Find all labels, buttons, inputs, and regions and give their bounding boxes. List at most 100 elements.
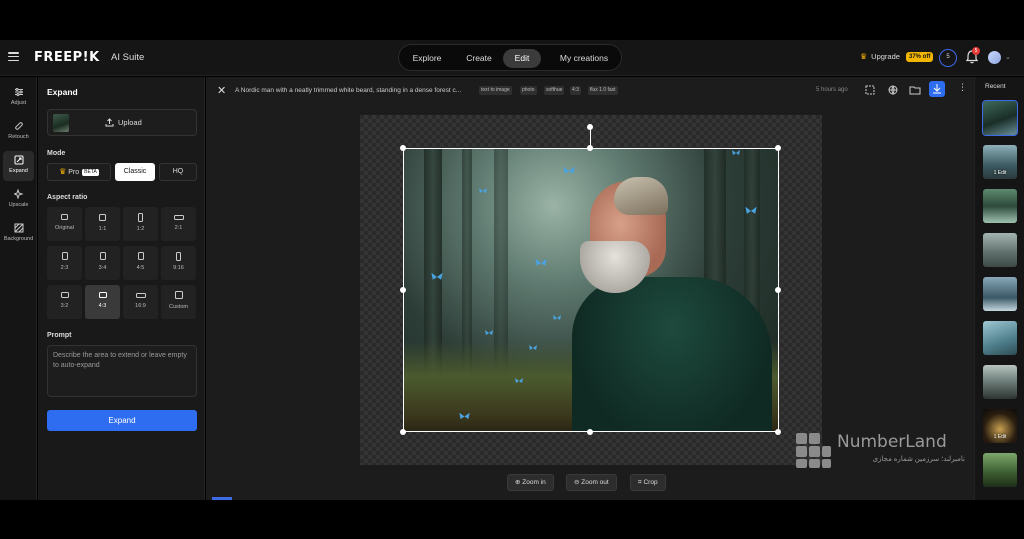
- more-options-icon[interactable]: ⋮: [958, 82, 967, 93]
- tool-retouch[interactable]: Retouch: [3, 117, 34, 147]
- compare-icon[interactable]: [863, 83, 877, 97]
- watermark: NumberLand نامبرلند؛ سرزمین شماره مجازی: [795, 432, 970, 472]
- crop-label: Crop: [643, 479, 658, 486]
- tool-background[interactable]: Background: [3, 219, 34, 249]
- expand-panel: Expand Upload Mode ♛ Pro BETA Classic HQ …: [38, 77, 205, 500]
- tab-explore[interactable]: Explore: [407, 49, 447, 68]
- tool-label: Retouch: [8, 134, 29, 140]
- main-nav: Explore Create Edit My creations: [398, 44, 622, 71]
- recent-thumbnail[interactable]: 1 Edit: [983, 409, 1017, 443]
- recent-thumbnail[interactable]: [983, 365, 1017, 399]
- chevron-down-icon[interactable]: ⌄: [1005, 53, 1011, 61]
- ratio-label: 9:16: [173, 265, 184, 271]
- menu-icon[interactable]: [8, 52, 19, 61]
- active-indicator: [212, 497, 232, 500]
- ratio-shape: [61, 252, 68, 260]
- butterfly-icon: [485, 330, 493, 335]
- ratio-2-3[interactable]: 2:3: [47, 246, 82, 280]
- top-extend-handle[interactable]: [587, 124, 593, 130]
- recent-thumbnail[interactable]: [983, 233, 1017, 267]
- edge-handle[interactable]: [775, 287, 781, 293]
- recent-thumbnail[interactable]: [983, 453, 1017, 487]
- ratio-1-1[interactable]: 1:1: [85, 207, 120, 241]
- image-title: A Nordic man with a neatly trimmed white…: [235, 87, 462, 94]
- corner-handle[interactable]: [775, 429, 781, 435]
- zoom-out-icon: ⊖: [574, 479, 580, 486]
- ratio-2-1[interactable]: 2:1: [161, 207, 196, 241]
- ratio-label: Custom: [169, 304, 188, 310]
- ratio-custom[interactable]: Custom: [161, 285, 196, 319]
- tool-adjust[interactable]: Adjust: [3, 83, 34, 113]
- ratio-original[interactable]: Original: [47, 207, 82, 241]
- ratio-shape: [135, 293, 146, 298]
- tab-my-creations[interactable]: My creations: [551, 49, 617, 68]
- avatar[interactable]: [988, 51, 1001, 64]
- ratio-16-9[interactable]: 16:9: [123, 285, 158, 319]
- corner-handle[interactable]: [400, 145, 406, 151]
- logo[interactable]: FREEP!K: [34, 50, 100, 65]
- zoom-out-label: Zoom out: [581, 479, 609, 486]
- globe-icon[interactable]: [886, 83, 900, 97]
- aspect-ratio-label: Aspect ratio: [47, 194, 88, 201]
- corner-handle[interactable]: [775, 145, 781, 151]
- background-icon: [14, 223, 23, 233]
- panel-title: Expand: [47, 87, 78, 97]
- upgrade-button[interactable]: ♛ Upgrade: [860, 52, 900, 61]
- ratio-1-2[interactable]: 1:2: [123, 207, 158, 241]
- ratio-4-3[interactable]: 4:3: [85, 285, 120, 319]
- folder-icon[interactable]: [908, 83, 922, 97]
- expand-button[interactable]: Expand: [47, 410, 197, 431]
- coat-shape: [572, 277, 772, 431]
- prompt-input[interactable]: Describe the area to extend or leave emp…: [47, 345, 197, 397]
- zoom-in-button[interactable]: ⊕ Zoom in: [507, 474, 554, 491]
- download-button[interactable]: [929, 81, 945, 97]
- tag: 4:3: [570, 86, 581, 95]
- recent-thumbnail[interactable]: [983, 189, 1017, 223]
- upload-icon: [105, 118, 114, 127]
- upload-button[interactable]: Upload: [47, 109, 197, 136]
- ratio-3-4[interactable]: 3:4: [85, 246, 120, 280]
- edit-count: 1 Edit: [993, 170, 1007, 176]
- ratio-3-2[interactable]: 3:2: [47, 285, 82, 319]
- ratio-label: 3:2: [60, 303, 69, 309]
- ratio-4-5[interactable]: 4:5: [123, 246, 158, 280]
- sliders-icon: [14, 88, 23, 96]
- mode-classic-button[interactable]: Classic: [115, 163, 155, 181]
- recent-thumbnail[interactable]: [983, 277, 1017, 311]
- recent-thumbnail[interactable]: 1 Edit: [983, 145, 1017, 179]
- ratio-shape: [173, 215, 184, 220]
- tool-upscale[interactable]: Upscale: [3, 185, 34, 215]
- edge-handle[interactable]: [587, 429, 593, 435]
- zoom-out-button[interactable]: ⊖ Zoom out: [566, 474, 617, 491]
- ratio-label: Original: [55, 225, 74, 231]
- hair-shape: [614, 177, 668, 215]
- expand-canvas[interactable]: [360, 115, 822, 465]
- ratio-label: 4:3: [98, 303, 107, 309]
- corner-handle[interactable]: [400, 429, 406, 435]
- mode-pro-button[interactable]: ♛ Pro BETA: [47, 163, 111, 181]
- crop-button[interactable]: ⌗ Crop: [630, 474, 666, 491]
- tool-label: Background: [3, 236, 34, 242]
- close-icon[interactable]: ✕: [217, 84, 226, 97]
- tool-expand[interactable]: Expand: [3, 151, 34, 181]
- ratio-label: 1:2: [136, 226, 145, 232]
- beta-badge: BETA: [82, 168, 99, 176]
- tab-create[interactable]: Create: [459, 49, 499, 68]
- tab-edit[interactable]: Edit: [503, 49, 541, 68]
- ratio-label: 16:9: [135, 303, 146, 309]
- bandage-icon: [14, 122, 23, 130]
- butterfly-icon: [553, 315, 561, 320]
- crown-icon: ♛: [860, 52, 868, 61]
- recent-thumbnail[interactable]: [982, 100, 1018, 136]
- zoom-in-icon: ⊕: [515, 479, 521, 486]
- credits-counter[interactable]: 5: [939, 49, 957, 67]
- ratio-9-16[interactable]: 9:16: [161, 246, 196, 280]
- recent-thumbnail[interactable]: [983, 321, 1017, 355]
- edge-handle[interactable]: [400, 287, 406, 293]
- suite-label: AI Suite: [111, 52, 145, 63]
- mode-hq-button[interactable]: HQ: [159, 163, 197, 181]
- tool-label: Upscale: [8, 202, 29, 208]
- ratio-label: 2:1: [174, 225, 183, 231]
- edge-handle[interactable]: [587, 145, 593, 151]
- zoom-in-label: Zoom in: [522, 479, 546, 486]
